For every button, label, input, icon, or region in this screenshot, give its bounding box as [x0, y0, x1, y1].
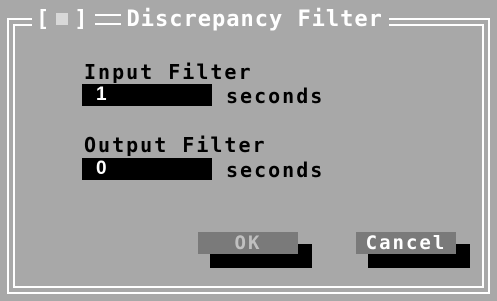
- cancel-button[interactable]: Cancel: [356, 232, 456, 254]
- output-filter-unit: seconds: [226, 158, 325, 182]
- dialog-title-bar: [] Discrepancy Filter: [32, 4, 389, 34]
- output-filter-label: Output Filter: [84, 133, 267, 157]
- close-box-icon: [56, 13, 69, 25]
- ok-button[interactable]: OK: [198, 232, 298, 254]
- output-filter-field[interactable]: [82, 158, 212, 180]
- dialog-title: Discrepancy Filter: [126, 6, 383, 32]
- input-filter-field[interactable]: [82, 84, 212, 106]
- input-filter-unit: seconds: [226, 84, 325, 108]
- close-button[interactable]: []: [36, 7, 89, 32]
- input-filter-label: Input Filter: [84, 60, 253, 84]
- title-separator: [94, 13, 121, 25]
